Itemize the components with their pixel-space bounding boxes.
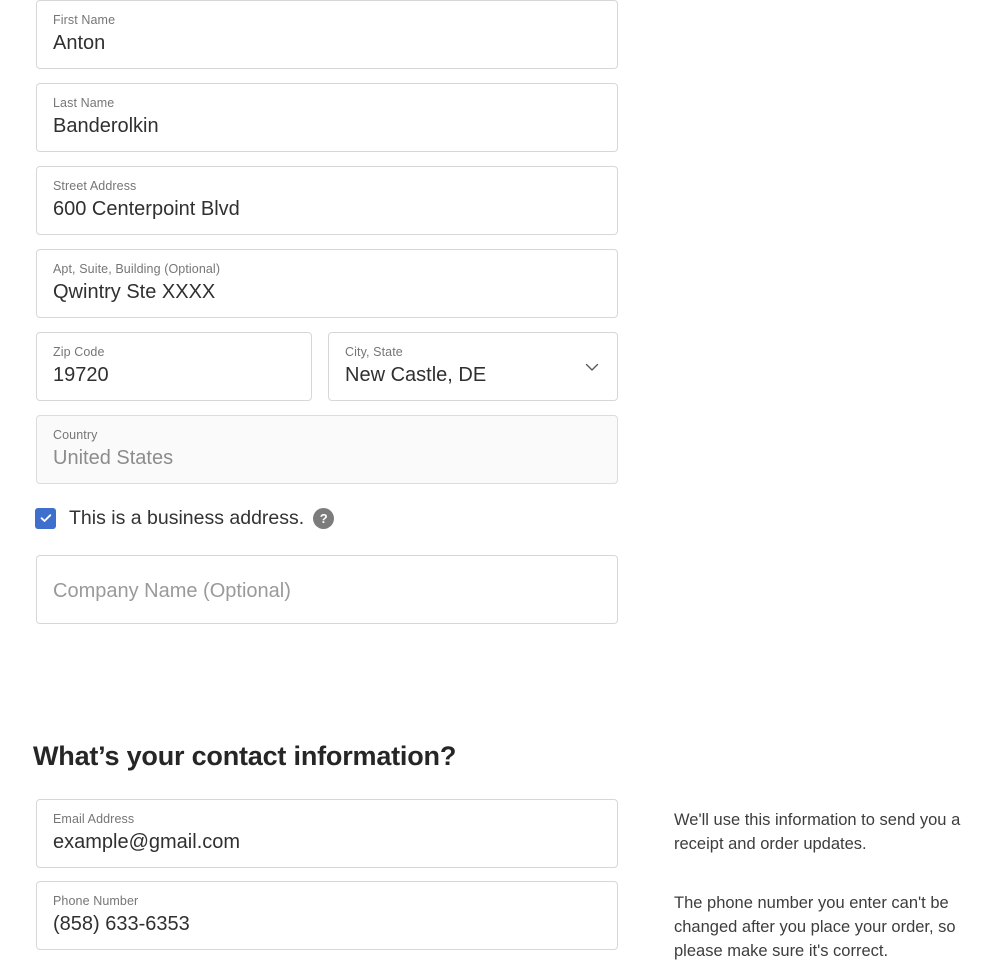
first-name-label: First Name: [53, 13, 116, 27]
business-address-label[interactable]: This is a business address.: [69, 505, 304, 531]
helper-paragraph-2-line-1: The phone number you enter can't be: [674, 894, 949, 912]
helper-paragraph-1-line-1: We'll use this information to send you a: [674, 811, 961, 829]
helper-paragraph-2-line-3: please make sure it's correct.: [674, 942, 889, 960]
phone-number-label: Phone Number: [53, 894, 139, 908]
company-name-input[interactable]: Company Name (Optional): [37, 556, 617, 623]
city-state-select[interactable]: City, State New Castle, DE: [328, 332, 618, 401]
field-gap: [36, 318, 618, 332]
field-gap: [36, 401, 618, 415]
first-name-field[interactable]: First Name Anton: [36, 0, 618, 69]
city-state-label: City, State: [345, 345, 403, 359]
business-address-checkbox[interactable]: [35, 507, 56, 529]
field-gap: [36, 235, 618, 249]
field-gap: [36, 531, 618, 555]
last-name-label: Last Name: [53, 96, 115, 110]
email-address-value: example@gmail.com: [53, 831, 241, 853]
city-state-value: New Castle, DE: [345, 364, 487, 386]
helper-paragraph-1-line-2: receipt and order updates.: [674, 835, 867, 853]
apt-suite-field[interactable]: Apt, Suite, Building (Optional) Qwintry …: [36, 249, 618, 318]
zip-code-value: 19720: [53, 364, 109, 386]
street-address-value: 600 Centerpoint Blvd: [53, 198, 240, 220]
country-label: Country: [53, 428, 98, 442]
apt-suite-label: Apt, Suite, Building (Optional): [53, 262, 221, 276]
question-mark-icon[interactable]: ?: [313, 507, 335, 529]
company-name-field[interactable]: Company Name (Optional): [36, 555, 618, 624]
email-address-label: Email Address: [53, 812, 135, 826]
email-address-field[interactable]: Email Address example@gmail.com: [36, 799, 618, 868]
phone-number-field[interactable]: Phone Number (858) 633-6353: [36, 881, 618, 950]
contact-helper-text: We'll use this information to send you a…: [674, 808, 1000, 963]
zip-code-field[interactable]: Zip Code 19720: [36, 332, 312, 401]
street-address-field[interactable]: Street Address 600 Centerpoint Blvd: [36, 166, 618, 235]
column-spacer: [312, 332, 328, 401]
contact-section-heading: What’s your contact information?: [33, 741, 457, 771]
business-address-row: This is a business address. ?: [35, 505, 618, 531]
last-name-value: Banderolkin: [53, 115, 159, 137]
country-field: Country United States: [36, 415, 618, 484]
apt-suite-value: Qwintry Ste XXXX: [53, 281, 216, 303]
field-gap: [36, 868, 618, 881]
first-name-value: Anton: [53, 32, 106, 54]
street-address-label: Street Address: [53, 179, 137, 193]
zip-city-row: Zip Code 19720 City, State New Castle, D…: [36, 332, 618, 401]
field-gap: [36, 152, 618, 166]
helper-gap: [674, 856, 1000, 891]
field-gap: [36, 69, 618, 83]
checkout-address-page: First Name Anton Last Name Banderolkin S…: [0, 0, 1000, 975]
phone-number-value: (858) 633-6353: [53, 913, 190, 935]
last-name-field[interactable]: Last Name Banderolkin: [36, 83, 618, 152]
country-value: United States: [53, 447, 174, 469]
shipping-address-form: First Name Anton Last Name Banderolkin S…: [35, 0, 618, 624]
company-name-placeholder: Company Name (Optional): [53, 579, 291, 602]
zip-code-label: Zip Code: [53, 345, 105, 359]
helper-paragraph-2-line-2: changed after you place your order, so: [674, 918, 956, 936]
contact-information-form: Email Address example@gmail.com Phone Nu…: [36, 799, 618, 950]
